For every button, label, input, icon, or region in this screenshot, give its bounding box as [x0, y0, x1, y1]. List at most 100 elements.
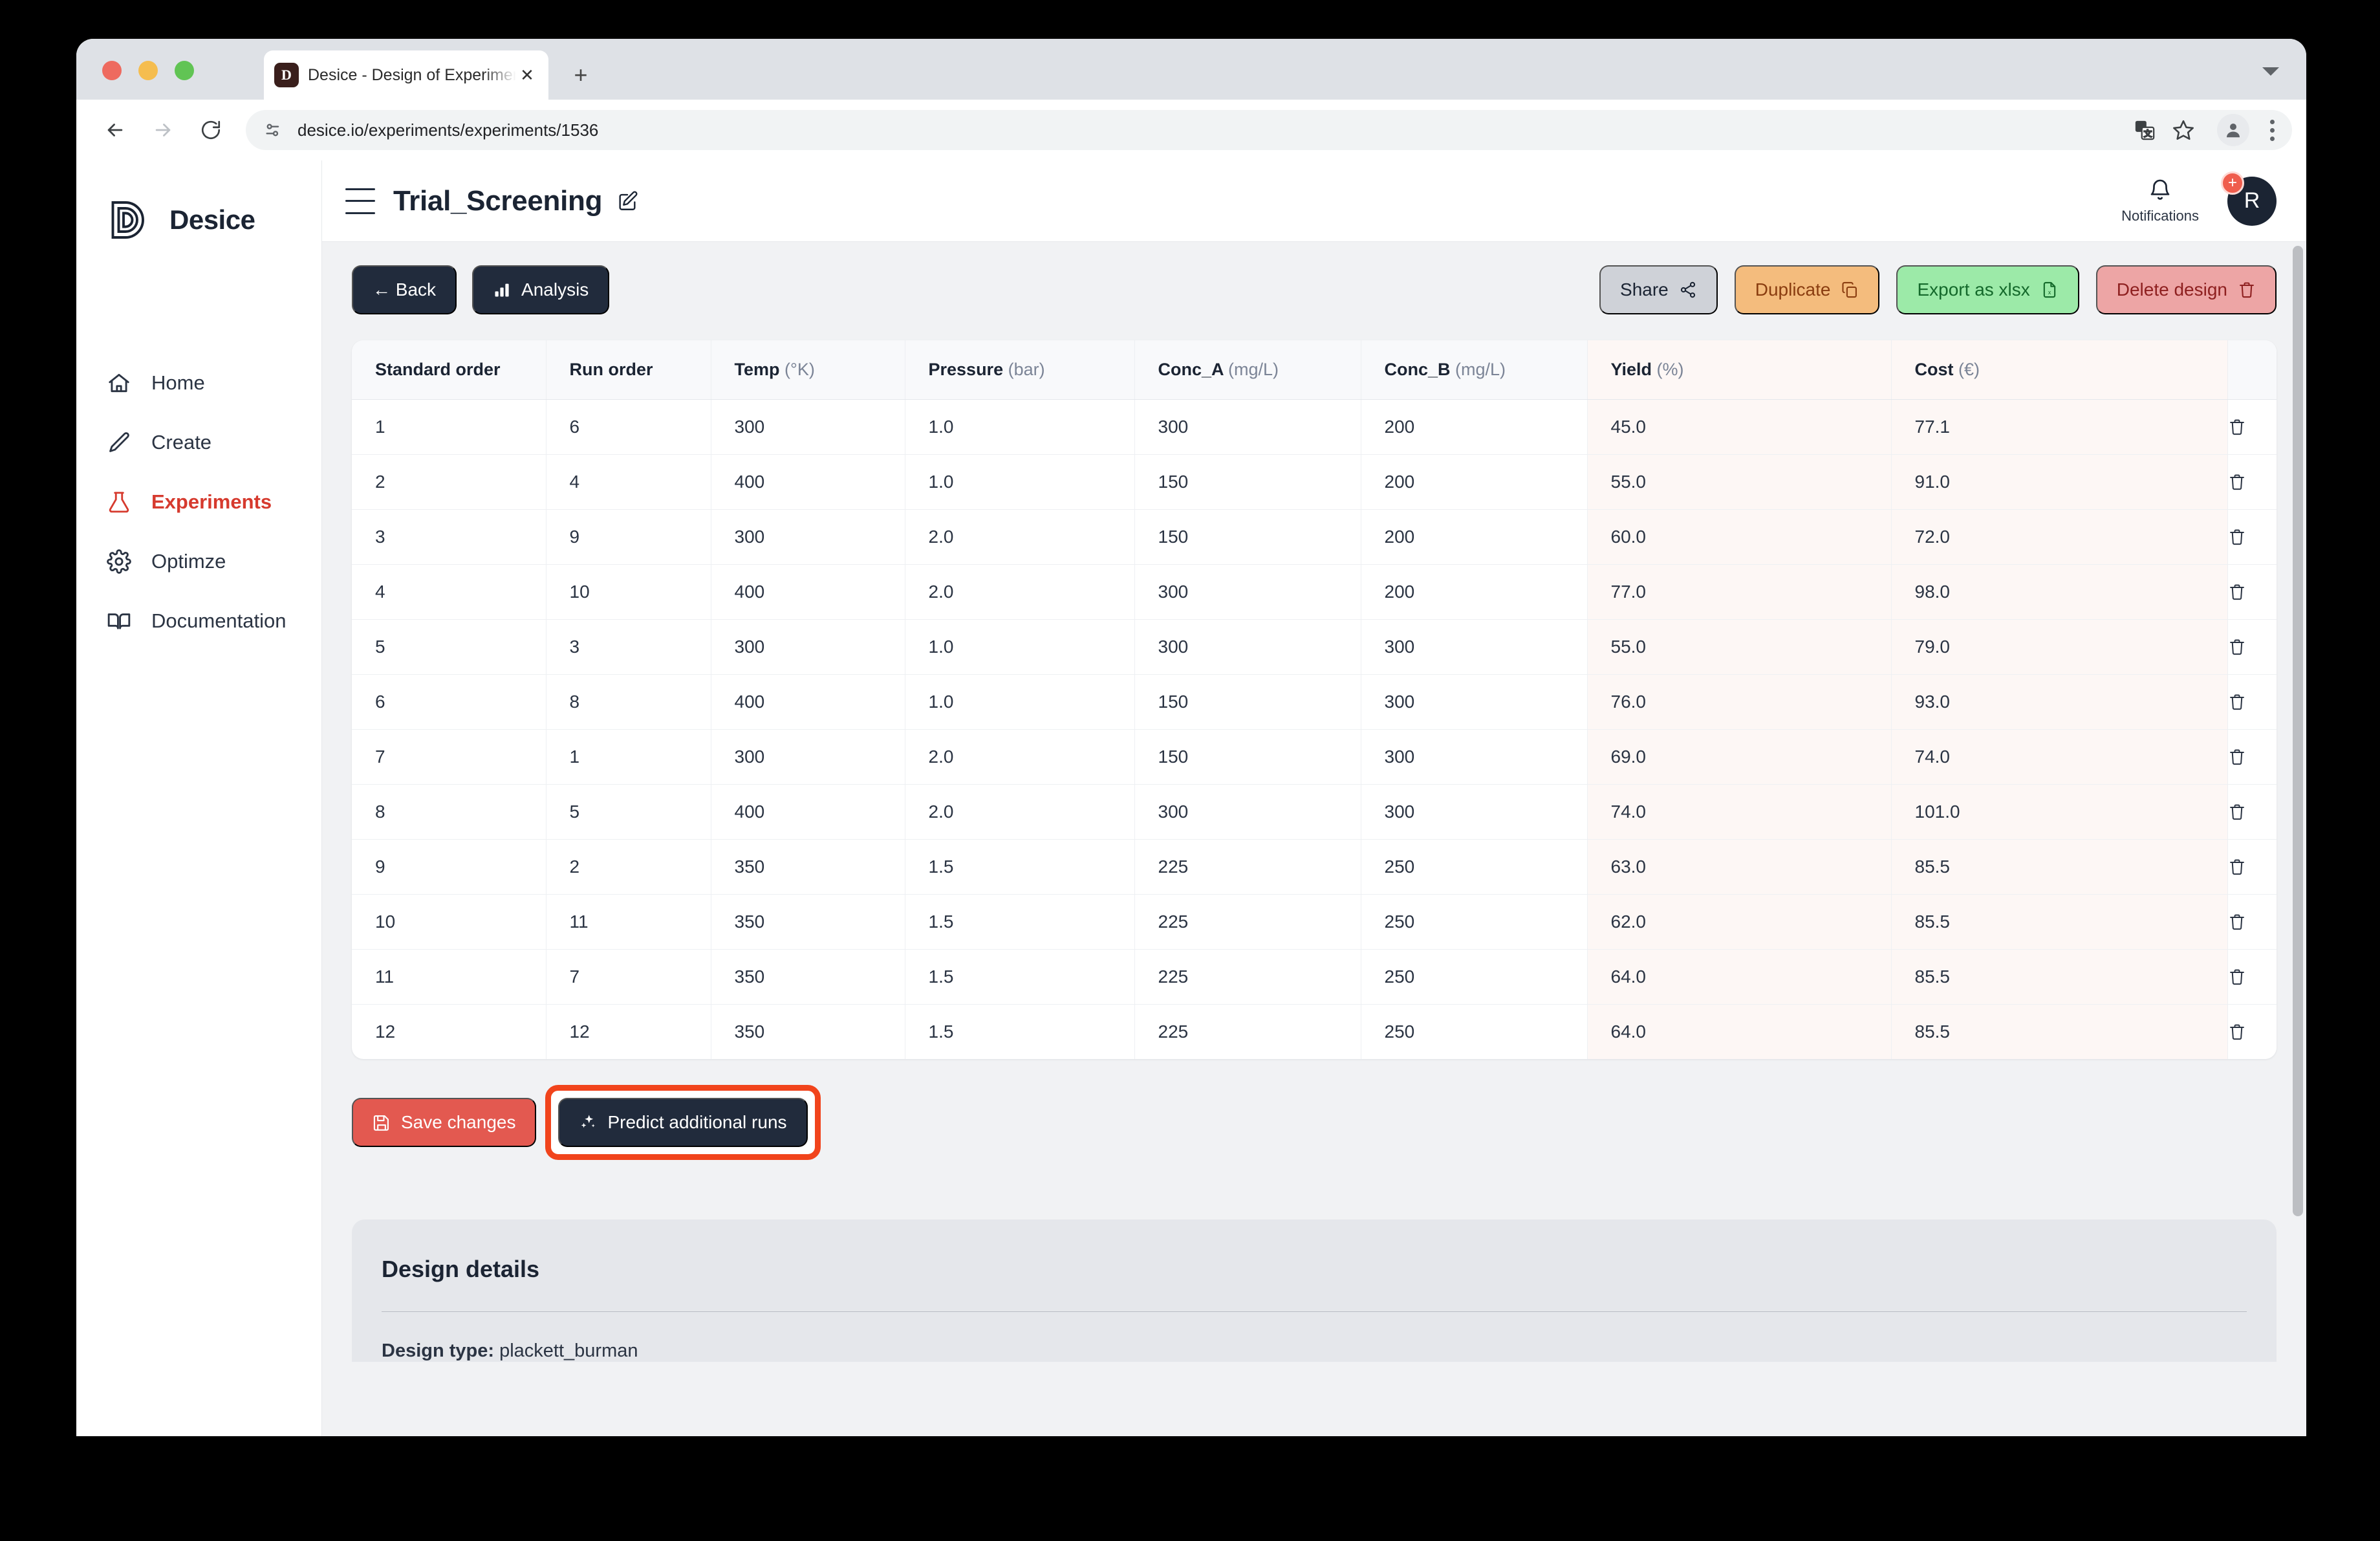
cell-temp[interactable]: 400 — [711, 454, 905, 510]
site-settings-icon[interactable] — [263, 120, 283, 140]
cell-conc-b[interactable]: 200 — [1361, 564, 1588, 620]
cell-yield[interactable]: 55.0 — [1587, 619, 1892, 675]
cell-temp[interactable]: 350 — [711, 1004, 905, 1059]
maximize-window-button[interactable] — [175, 61, 194, 80]
cell-yield[interactable]: 69.0 — [1587, 729, 1892, 785]
cell-pressure[interactable]: 2.0 — [905, 564, 1135, 620]
column-header-conc-b[interactable]: Conc_B (mg/L) — [1361, 340, 1588, 400]
trash-icon[interactable] — [2227, 399, 2277, 455]
export-xlsx-button[interactable]: Export as xlsx x — [1896, 265, 2079, 314]
cell-standard-order[interactable]: 8 — [352, 784, 546, 840]
cell-yield[interactable]: 62.0 — [1587, 894, 1892, 950]
cell-conc-a[interactable]: 150 — [1134, 729, 1361, 785]
translate-icon[interactable]: G文 — [2126, 112, 2163, 148]
cell-standard-order[interactable]: 1 — [352, 399, 546, 455]
sidebar-item-documentation[interactable]: Documentation — [76, 591, 321, 651]
sidebar-item-optimze[interactable]: Optimze — [76, 532, 321, 591]
cell-conc-b[interactable]: 250 — [1361, 894, 1588, 950]
cell-temp[interactable]: 300 — [711, 509, 905, 565]
cell-conc-a[interactable]: 225 — [1134, 1004, 1361, 1059]
cell-pressure[interactable]: 2.0 — [905, 729, 1135, 785]
cell-standard-order[interactable]: 3 — [352, 509, 546, 565]
cell-temp[interactable]: 300 — [711, 619, 905, 675]
cell-conc-b[interactable]: 300 — [1361, 784, 1588, 840]
brand-logo[interactable]: Desice — [76, 197, 321, 243]
cell-yield[interactable]: 64.0 — [1587, 949, 1892, 1005]
column-header-yield[interactable]: Yield (%) — [1587, 340, 1892, 400]
trash-icon[interactable] — [2227, 784, 2277, 840]
profile-icon[interactable] — [2217, 114, 2249, 146]
cell-conc-b[interactable]: 300 — [1361, 674, 1588, 730]
trash-icon[interactable] — [2227, 729, 2277, 785]
trash-icon[interactable] — [2227, 564, 2277, 620]
cell-conc-a[interactable]: 150 — [1134, 509, 1361, 565]
trash-icon[interactable] — [2227, 839, 2277, 895]
cell-conc-a[interactable]: 225 — [1134, 949, 1361, 1005]
cell-conc-a[interactable]: 300 — [1134, 399, 1361, 455]
cell-temp[interactable]: 400 — [711, 564, 905, 620]
chevron-down-icon[interactable] — [2262, 67, 2279, 76]
cell-pressure[interactable]: 1.0 — [905, 454, 1135, 510]
cell-yield[interactable]: 64.0 — [1587, 1004, 1892, 1059]
share-button[interactable]: Share — [1599, 265, 1718, 314]
cell-temp[interactable]: 300 — [711, 399, 905, 455]
cell-standard-order[interactable]: 7 — [352, 729, 546, 785]
cell-conc-a[interactable]: 225 — [1134, 894, 1361, 950]
delete-design-button[interactable]: Delete design — [2095, 265, 2277, 314]
cell-run-order[interactable]: 9 — [546, 509, 711, 565]
cell-yield[interactable]: 60.0 — [1587, 509, 1892, 565]
trash-icon[interactable] — [2227, 619, 2277, 675]
browser-tab[interactable]: D Desice - Design of Experimen ✕ — [264, 50, 548, 100]
cell-run-order[interactable]: 6 — [546, 399, 711, 455]
cell-cost[interactable]: 79.0 — [1891, 619, 2228, 675]
sidebar-item-home[interactable]: Home — [76, 353, 321, 413]
cell-cost[interactable]: 77.1 — [1891, 399, 2228, 455]
cell-conc-b[interactable]: 250 — [1361, 839, 1588, 895]
cell-run-order[interactable]: 10 — [546, 564, 711, 620]
cell-yield[interactable]: 76.0 — [1587, 674, 1892, 730]
cell-temp[interactable]: 300 — [711, 729, 905, 785]
column-header-standard-order[interactable]: Standard order — [352, 340, 546, 400]
notifications-button[interactable]: Notifications — [2121, 178, 2199, 224]
cell-pressure[interactable]: 1.0 — [905, 619, 1135, 675]
cell-conc-b[interactable]: 250 — [1361, 1004, 1588, 1059]
cell-run-order[interactable]: 2 — [546, 839, 711, 895]
cell-cost[interactable]: 93.0 — [1891, 674, 2228, 730]
cell-conc-b[interactable]: 300 — [1361, 729, 1588, 785]
duplicate-button[interactable]: Duplicate — [1734, 265, 1880, 314]
trash-icon[interactable] — [2227, 509, 2277, 565]
cell-standard-order[interactable]: 4 — [352, 564, 546, 620]
cell-conc-a[interactable]: 225 — [1134, 839, 1361, 895]
cell-cost[interactable]: 101.0 — [1891, 784, 2228, 840]
cell-conc-b[interactable]: 200 — [1361, 454, 1588, 510]
cell-run-order[interactable]: 3 — [546, 619, 711, 675]
cell-temp[interactable]: 400 — [711, 674, 905, 730]
column-header-conc-a[interactable]: Conc_A (mg/L) — [1134, 340, 1361, 400]
cell-cost[interactable]: 98.0 — [1891, 564, 2228, 620]
cell-pressure[interactable]: 1.0 — [905, 399, 1135, 455]
trash-icon[interactable] — [2227, 454, 2277, 510]
add-badge-icon[interactable]: + — [2221, 171, 2244, 195]
cell-conc-a[interactable]: 150 — [1134, 674, 1361, 730]
cell-cost[interactable]: 91.0 — [1891, 454, 2228, 510]
cell-conc-b[interactable]: 250 — [1361, 949, 1588, 1005]
trash-icon[interactable] — [2227, 674, 2277, 730]
cell-temp[interactable]: 350 — [711, 949, 905, 1005]
cell-conc-b[interactable]: 200 — [1361, 509, 1588, 565]
cell-cost[interactable]: 85.5 — [1891, 894, 2228, 950]
cell-pressure[interactable]: 1.5 — [905, 839, 1135, 895]
close-icon[interactable]: ✕ — [516, 64, 538, 86]
column-header-cost[interactable]: Cost (€) — [1891, 340, 2228, 400]
column-header-temp[interactable]: Temp (°K) — [711, 340, 905, 400]
cell-cost[interactable]: 72.0 — [1891, 509, 2228, 565]
reload-icon[interactable] — [193, 112, 229, 148]
cell-run-order[interactable]: 4 — [546, 454, 711, 510]
cell-conc-a[interactable]: 300 — [1134, 784, 1361, 840]
column-header-pressure[interactable]: Pressure (bar) — [905, 340, 1135, 400]
scrollbar-thumb[interactable] — [2293, 246, 2303, 1216]
plus-icon[interactable]: + — [568, 61, 594, 88]
cell-run-order[interactable]: 12 — [546, 1004, 711, 1059]
cell-temp[interactable]: 350 — [711, 894, 905, 950]
cell-cost[interactable]: 85.5 — [1891, 1004, 2228, 1059]
trash-icon[interactable] — [2227, 949, 2277, 1005]
